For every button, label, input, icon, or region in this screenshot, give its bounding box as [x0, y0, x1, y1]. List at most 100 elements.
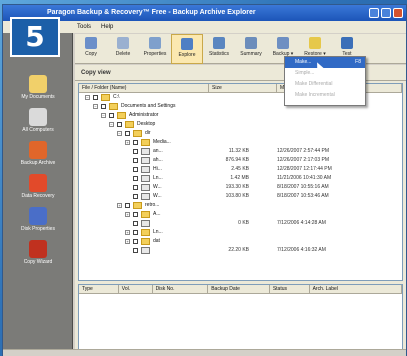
menu-help[interactable]: Help — [101, 21, 113, 33]
summary-button[interactable]: Summary — [235, 34, 267, 64]
row-checkbox[interactable] — [133, 221, 138, 226]
row-checkbox[interactable] — [93, 95, 98, 100]
expand-toggle-icon[interactable]: − — [117, 131, 122, 136]
row-checkbox[interactable] — [133, 194, 138, 199]
column-header-size[interactable]: Size — [209, 84, 277, 92]
summary-icon — [245, 37, 257, 49]
expand-toggle-icon[interactable]: + — [125, 212, 130, 217]
tree-row[interactable]: 0 KB 7/12/2006 4:14:28 AM — [79, 219, 402, 228]
detail-column-header[interactable]: Backup Date — [208, 285, 270, 293]
row-checkbox[interactable] — [133, 167, 138, 172]
tree-row[interactable]: W... 103.80 KB 8/18/2007 10:53:46 AM — [79, 192, 402, 201]
properties-button[interactable]: Properties — [139, 34, 171, 64]
row-checkbox[interactable] — [133, 140, 138, 145]
detail-column-header[interactable]: Type — [79, 285, 119, 293]
expand-toggle-icon[interactable]: − — [85, 95, 90, 100]
tree-item-label: an... — [153, 148, 163, 154]
row-checkbox[interactable] — [133, 212, 138, 217]
sidebar-item-label: Disk Properties — [21, 226, 55, 232]
close-button[interactable] — [393, 8, 403, 18]
tree-item-label: ah... — [153, 157, 163, 163]
dropdown-item[interactable]: Make... F8 — [285, 57, 365, 68]
toolbar-label: Explore — [178, 52, 196, 58]
detail-column-header[interactable]: Arch. Label — [310, 285, 402, 293]
column-header-name[interactable]: File / Folder (Name) — [79, 84, 209, 92]
expand-toggle-icon[interactable]: + — [125, 140, 130, 145]
file-size: 22.20 KB — [228, 247, 249, 253]
tree-row[interactable]: Hi... 2.45 KB 12/28/2007 12:17:44 PM — [79, 165, 402, 174]
maximize-button[interactable] — [381, 8, 391, 18]
sidebar-item-backup-archive[interactable]: Backup Archive — [7, 141, 69, 171]
file-icon — [141, 247, 150, 254]
sidebar-item-my-documents[interactable]: My Documents — [7, 75, 69, 105]
row-checkbox[interactable] — [125, 203, 130, 208]
detail-column-header[interactable]: Disk No. — [153, 285, 209, 293]
sidebar-item-all-computers[interactable]: All Computers — [7, 108, 69, 138]
dropdown-item[interactable]: Make Differential — [285, 79, 365, 90]
sidebar-item-data-recovery[interactable]: Data Recovery — [7, 174, 69, 204]
file-size: 193.30 KB — [225, 184, 249, 190]
row-checkbox[interactable] — [133, 158, 138, 163]
expand-toggle-icon[interactable]: − — [109, 122, 114, 127]
file-tree: − C:\ − Documents and Settings − Administrato… — [79, 93, 402, 255]
file-modified-date: 12/26/2007 2:17:03 PM — [277, 157, 329, 163]
row-checkbox[interactable] — [133, 185, 138, 190]
tree-row[interactable]: 22.20 KB 7/12/2006 4:16:32 AM — [79, 246, 402, 255]
delete-button[interactable]: Delete — [107, 34, 139, 64]
tree-item-label: Documents and Settings — [121, 103, 176, 109]
tree-row[interactable]: Ln... 1.42 MB 11/21/2006 10:41:30 AM — [79, 174, 402, 183]
menu-tools[interactable]: Tools — [77, 21, 91, 33]
dropdown-item-shortcut: F8 — [355, 59, 361, 65]
row-checkbox[interactable] — [109, 113, 114, 118]
tree-item-label: retro... — [145, 202, 160, 208]
row-checkbox[interactable] — [133, 149, 138, 154]
tree-row[interactable]: + Ln... — [79, 228, 402, 237]
expand-toggle-icon[interactable]: − — [101, 113, 106, 118]
row-checkbox[interactable] — [133, 176, 138, 181]
row-checkbox[interactable] — [125, 131, 130, 136]
copy-icon — [85, 37, 97, 49]
detail-column-header[interactable]: Status — [270, 285, 310, 293]
tree-row[interactable]: − Administrator — [79, 111, 402, 120]
row-checkbox[interactable] — [133, 239, 138, 244]
file-icon — [141, 157, 150, 164]
folder-icon — [125, 121, 134, 128]
statistics-button[interactable]: Statistics — [203, 34, 235, 64]
detail-column-header[interactable]: Vol. — [119, 285, 153, 293]
dropdown-item[interactable]: Simple... — [285, 68, 365, 79]
sidebar-item-copy-wizard[interactable]: Copy Wizard — [7, 240, 69, 270]
tree-row[interactable]: − Desktop — [79, 120, 402, 129]
tree-row[interactable]: an... 11.32 KB 12/26/2007 2:57:44 PM — [79, 147, 402, 156]
tree-row[interactable]: + A... — [79, 210, 402, 219]
restore-icon — [309, 37, 321, 49]
tree-row[interactable]: + dat — [79, 237, 402, 246]
copy-button[interactable]: Copy — [75, 34, 107, 64]
tree-row[interactable]: + Media... — [79, 138, 402, 147]
expand-toggle-icon[interactable]: − — [93, 104, 98, 109]
expand-toggle-icon[interactable]: + — [125, 230, 130, 235]
tree-item-label: C:\ — [113, 94, 120, 100]
tree-row[interactable]: + retro... — [79, 201, 402, 210]
row-checkbox[interactable] — [117, 122, 122, 127]
tree-row[interactable]: − dir — [79, 129, 402, 138]
expand-toggle-icon[interactable]: + — [125, 239, 130, 244]
tree-item-label: A... — [153, 211, 161, 217]
row-checkbox[interactable] — [101, 104, 106, 109]
file-icon — [141, 166, 150, 173]
sidebar-item-disk-properties[interactable]: Disk Properties — [7, 207, 69, 237]
minimize-button[interactable] — [369, 8, 379, 18]
archive-icon — [29, 141, 47, 159]
tree-item-label: Desktop — [137, 121, 156, 127]
row-checkbox[interactable] — [133, 230, 138, 235]
tree-item-label: Ln... — [153, 175, 163, 181]
tree-row[interactable]: W... 193.30 KB 8/18/2007 10:55:16 AM — [79, 183, 402, 192]
file-size: 876.94 KB — [225, 157, 249, 163]
tree-row[interactable]: ah... 876.94 KB 12/26/2007 2:17:03 PM — [79, 156, 402, 165]
dropdown-item[interactable]: Make Incremental — [285, 90, 365, 101]
computer-icon — [29, 108, 47, 126]
explore-button[interactable]: Explore — [171, 34, 203, 64]
expand-toggle-icon[interactable]: + — [117, 203, 122, 208]
statistics-icon — [213, 37, 225, 49]
tree-item-label: Media... — [153, 139, 171, 145]
row-checkbox[interactable] — [133, 248, 138, 253]
